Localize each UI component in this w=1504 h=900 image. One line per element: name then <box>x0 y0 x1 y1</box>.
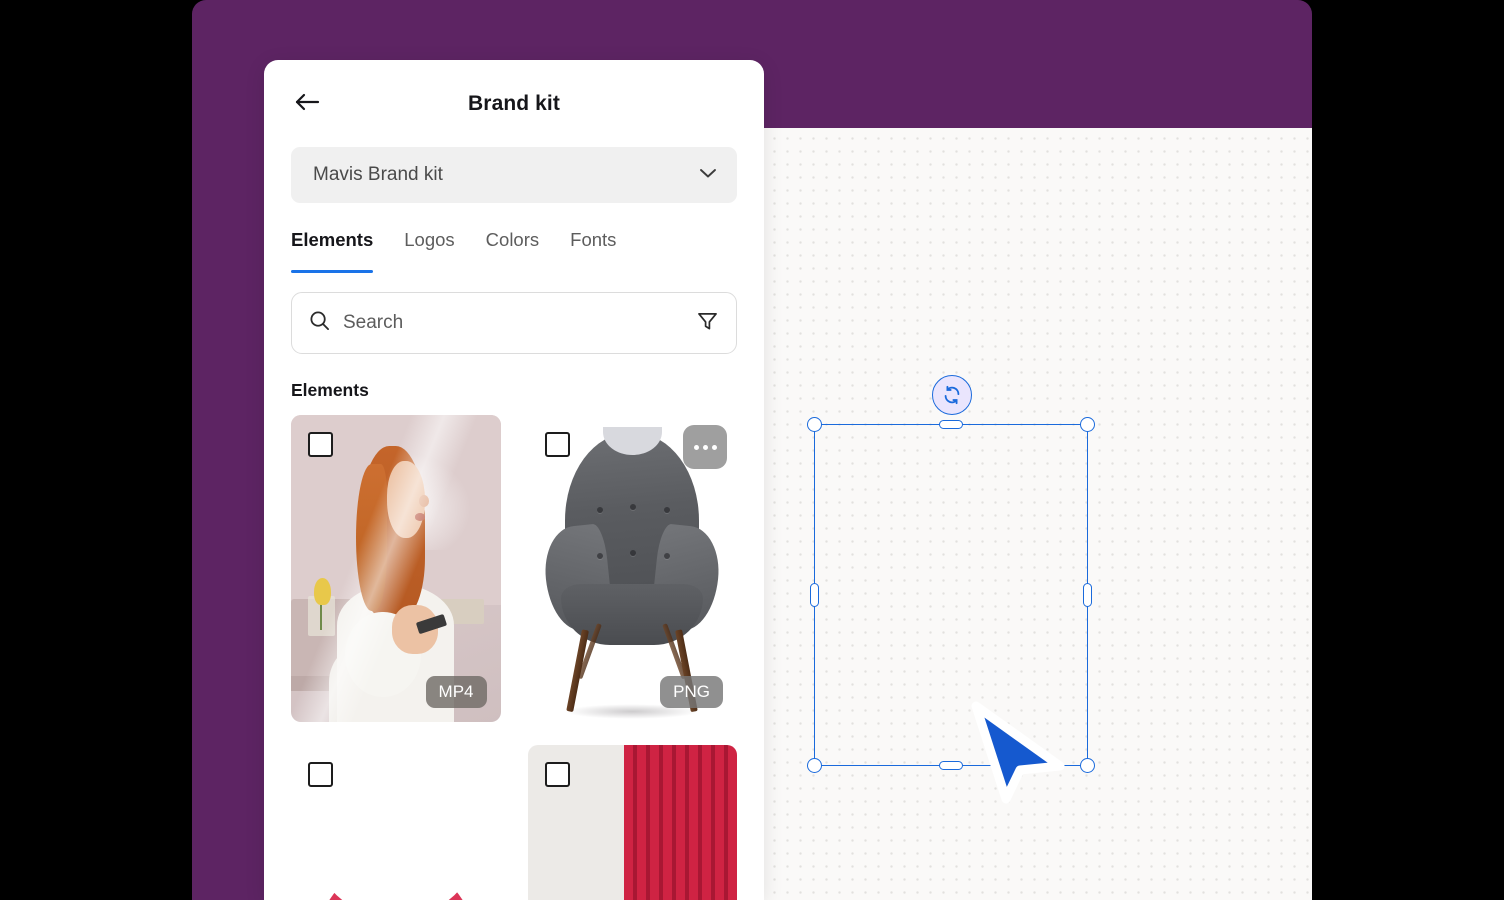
element-tile-pink-chair[interactable] <box>291 745 501 900</box>
panel-header: Brand kit <box>264 60 764 132</box>
elements-grid: MP4 PNG <box>291 415 737 900</box>
element-checkbox[interactable] <box>544 432 570 457</box>
tab-logos[interactable]: Logos <box>404 229 454 273</box>
rotate-icon[interactable] <box>932 375 972 415</box>
resize-handle-top[interactable] <box>939 420 963 429</box>
app-window: MAVIS Add a stylish touch to your living… <box>192 0 1312 900</box>
resize-handle-bottom-right[interactable] <box>1080 758 1095 773</box>
brand-kit-selector-value: Mavis Brand kit <box>313 164 443 185</box>
filter-icon[interactable] <box>697 311 718 336</box>
brand-kit-selector[interactable]: Mavis Brand kit <box>291 147 737 203</box>
resize-handle-top-left[interactable] <box>807 417 822 432</box>
resize-handle-right[interactable] <box>1083 583 1092 607</box>
element-checkbox[interactable] <box>308 762 333 787</box>
element-format-badge: MP4 <box>425 676 487 708</box>
search-input[interactable] <box>343 312 697 334</box>
chevron-down-icon <box>699 166 717 184</box>
tab-elements[interactable]: Elements <box>291 229 374 273</box>
element-tile-woman-video[interactable]: MP4 <box>291 415 501 722</box>
section-title: Elements <box>291 380 369 400</box>
element-tile-red-slat-wall[interactable] <box>527 745 737 900</box>
brand-kit-panel: Brand kit Mavis Brand kit Elements Logos… <box>264 60 764 900</box>
element-checkbox[interactable] <box>544 762 570 787</box>
element-format-badge: PNG <box>660 676 723 708</box>
element-checkbox[interactable] <box>308 432 333 457</box>
pointer-cursor-icon <box>968 700 1068 810</box>
element-tile-grey-chair[interactable]: PNG <box>527 415 737 722</box>
tab-colors[interactable]: Colors <box>486 229 539 273</box>
search-bar[interactable] <box>291 292 737 354</box>
design-canvas[interactable]: MAVIS Add a stylish touch to your living… <box>764 128 1312 900</box>
resize-handle-left[interactable] <box>810 583 819 607</box>
resize-handle-bottom[interactable] <box>939 761 963 770</box>
panel-tabs: Elements Logos Colors Fonts <box>291 229 737 273</box>
resize-handle-bottom-left[interactable] <box>807 758 822 773</box>
tab-fonts[interactable]: Fonts <box>570 229 616 273</box>
resize-handle-top-right[interactable] <box>1080 417 1095 432</box>
search-icon <box>309 310 330 336</box>
page-title: Brand kit <box>468 92 560 115</box>
selection-bounding-box <box>807 417 1095 773</box>
ellipsis-icon[interactable] <box>683 425 727 469</box>
